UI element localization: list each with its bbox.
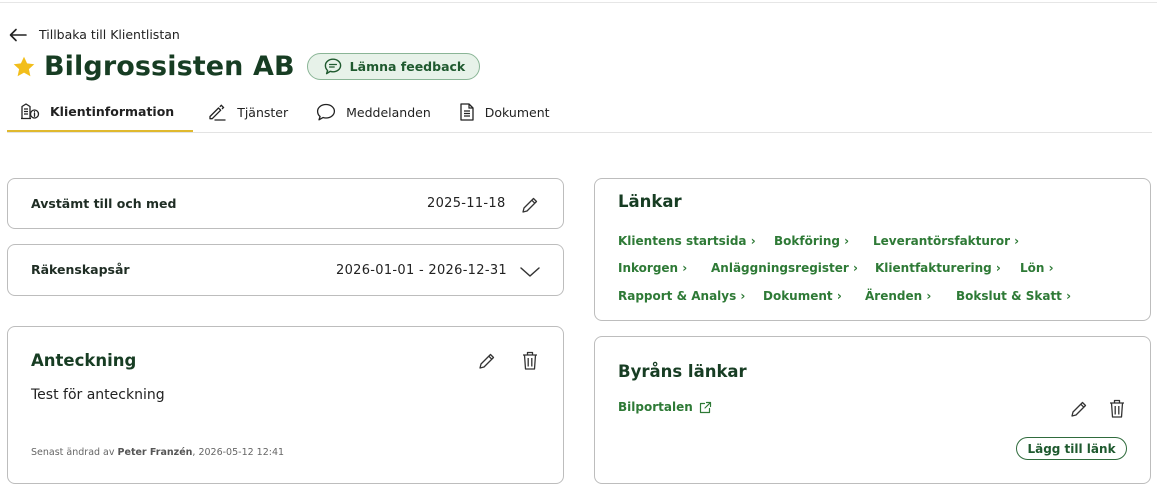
add-link-label: Lägg till länk — [1027, 441, 1116, 456]
trash-icon[interactable] — [1107, 398, 1127, 419]
tabs-divider — [7, 132, 1152, 133]
note-title: Anteckning — [31, 351, 137, 370]
link-inkorgen[interactable]: Inkorgen › — [618, 261, 711, 275]
fiscal-year-value: 2026-01-01 - 2026-12-31 — [336, 263, 507, 278]
star-icon[interactable] — [12, 55, 36, 79]
tab-tjanster[interactable]: Tjänster — [193, 92, 302, 132]
tab-klientinformation[interactable]: Klientinformation — [7, 92, 194, 132]
back-link-label: Tillbaka till Klientlistan — [39, 27, 180, 42]
agency-links-card: Byråns länkar Bilportalen Lägg till länk — [594, 336, 1151, 484]
add-link-button[interactable]: Lägg till länk — [1016, 437, 1127, 460]
link-bokforing[interactable]: Bokföring › — [774, 234, 873, 248]
reconciled-card: Avstämt till och med 2025-11-18 — [7, 178, 564, 229]
edit-pencil-icon[interactable] — [520, 195, 540, 215]
link-anlaggningsregister[interactable]: Anläggningsregister › — [711, 261, 875, 275]
arrow-left-icon — [9, 28, 27, 41]
agency-links-title: Byråns länkar — [618, 362, 747, 381]
links-row: Rapport & Analys › Dokument › Ärenden › … — [618, 287, 1071, 305]
note-meta-date: , 2026-05-12 12:41 — [192, 447, 285, 458]
link-bilportalen[interactable]: Bilportalen — [618, 400, 712, 414]
note-card: Anteckning Test för anteckning Senast än… — [7, 326, 564, 484]
document-icon — [460, 103, 474, 121]
chat-bubble-icon — [324, 58, 341, 75]
tab-label: Klientinformation — [50, 103, 175, 119]
page-header: Bilgrossisten AB Lämna feedback — [12, 51, 481, 82]
feedback-button[interactable]: Lämna feedback — [306, 53, 481, 80]
link-bokslut-skatt[interactable]: Bokslut & Skatt › — [956, 289, 1071, 303]
edit-pencil-icon[interactable] — [477, 351, 497, 371]
links-grid: Klientens startsida › Bokföring › Levera… — [618, 232, 1071, 315]
links-card: Länkar Klientens startsida › Bokföring ›… — [594, 178, 1151, 321]
tab-bar: Klientinformation Tjänster Meddelanden D… — [7, 92, 564, 132]
feedback-label: Lämna feedback — [349, 59, 466, 74]
client-info-icon — [21, 102, 40, 119]
edit-pencil-icon[interactable] — [1069, 399, 1089, 419]
portal-label: Bilportalen — [618, 400, 693, 414]
trash-icon[interactable] — [520, 350, 540, 371]
link-klientens-startsida[interactable]: Klientens startsida › — [618, 234, 774, 248]
fiscal-year-card[interactable]: Räkenskapsår 2026-01-01 - 2026-12-31 — [7, 244, 564, 296]
tab-label: Meddelanden — [346, 104, 431, 120]
tab-meddelanden[interactable]: Meddelanden — [302, 92, 445, 132]
link-lon[interactable]: Lön › — [1020, 261, 1054, 275]
chat-icon — [317, 103, 336, 121]
tab-label: Dokument — [484, 104, 550, 120]
tab-label: Tjänster — [237, 104, 289, 120]
reconciled-label: Avstämt till och med — [31, 196, 177, 211]
links-row: Inkorgen › Anläggningsregister › Klientf… — [618, 260, 1071, 278]
links-row: Klientens startsida › Bokföring › Levera… — [618, 232, 1071, 250]
link-leverantorsfakturor[interactable]: Leverantörsfakturor › — [873, 234, 1019, 248]
link-dokument[interactable]: Dokument › — [763, 289, 865, 303]
top-divider — [0, 2, 1157, 3]
links-title: Länkar — [618, 192, 682, 211]
external-link-icon — [699, 401, 711, 413]
link-rapport-analys[interactable]: Rapport & Analys › — [618, 289, 763, 303]
reconciled-date: 2025-11-18 — [427, 196, 506, 211]
note-meta-prefix: Senast ändrad av — [31, 447, 115, 458]
tools-icon — [209, 104, 226, 121]
note-text: Test för anteckning — [31, 387, 165, 403]
note-last-modified: Senast ändrad av Peter Franzén, 2026-05-… — [31, 447, 284, 458]
page-title: Bilgrossisten AB — [44, 51, 295, 82]
link-klientfakturering[interactable]: Klientfakturering › — [875, 261, 1020, 275]
fiscal-year-label: Räkenskapsår — [31, 262, 130, 277]
link-arenden[interactable]: Ärenden › — [865, 289, 956, 303]
tab-dokument[interactable]: Dokument — [445, 92, 564, 132]
note-meta-author: Peter Franzén — [117, 447, 193, 458]
back-link[interactable]: Tillbaka till Klientlistan — [9, 27, 180, 42]
chevron-down-icon[interactable] — [519, 265, 541, 279]
